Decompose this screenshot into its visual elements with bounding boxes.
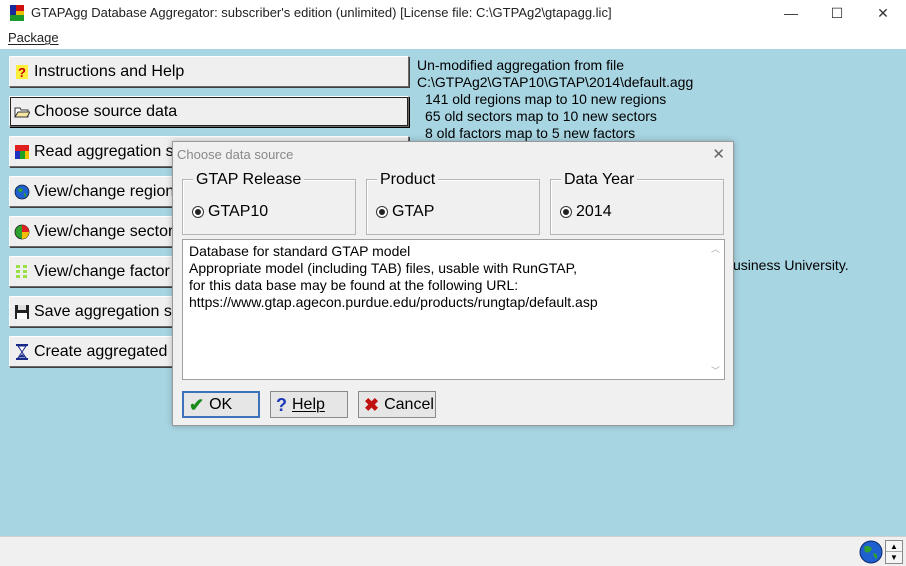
- pie-icon: [14, 224, 30, 240]
- close-icon: ✕: [877, 4, 889, 21]
- choose-source-data-button[interactable]: Choose source data: [9, 96, 409, 127]
- menu-bar: Package: [0, 28, 906, 48]
- description-line: for this data base may be found at the f…: [189, 277, 519, 293]
- factor-icon: [14, 264, 30, 280]
- maximize-button[interactable]: ☐: [814, 0, 860, 26]
- release-radio[interactable]: GTAP10: [192, 203, 268, 221]
- regions-mapping: 141 old regions map to 10 new regions: [425, 91, 667, 107]
- maximize-icon: ☐: [830, 4, 844, 21]
- radio-selected-icon: [376, 206, 388, 218]
- ok-label: OK: [209, 395, 233, 413]
- data-year-group: Data Year 2014: [550, 171, 724, 235]
- cancel-button[interactable]: ✖ Cancel: [358, 391, 436, 418]
- floppy-icon: [14, 304, 30, 320]
- year-radio[interactable]: 2014: [560, 203, 612, 221]
- product-value: GTAP: [392, 203, 435, 220]
- scroll-down-icon[interactable]: ﹀: [707, 364, 724, 378]
- spin-up-icon[interactable]: ▲: [886, 541, 902, 552]
- folder-open-icon: [14, 104, 30, 120]
- data-year-label: Data Year: [561, 171, 638, 189]
- aggregation-status: Un-modified aggregation from file: [417, 57, 624, 73]
- help-button[interactable]: ? Help: [270, 391, 348, 418]
- description-line: Appropriate model (including TAB) files,…: [189, 260, 578, 276]
- status-bar: ▲ ▼: [0, 536, 906, 566]
- window-title: GTAPAgg Database Aggregator: subscriber'…: [31, 5, 612, 20]
- svg-text:?: ?: [18, 65, 26, 80]
- release-value: GTAP10: [208, 203, 269, 220]
- globe-icon: [14, 184, 30, 200]
- cancel-label: Cancel: [384, 395, 434, 413]
- help-label: Help: [292, 395, 325, 413]
- dialog-title: Choose data source: [177, 147, 294, 162]
- instructions-help-label: Instructions and Help: [34, 62, 185, 80]
- radio-selected-icon: [192, 206, 204, 218]
- description-scrollbar[interactable]: ︿ ﹀: [707, 240, 724, 379]
- menu-package[interactable]: Package: [8, 30, 59, 45]
- product-label: Product: [377, 171, 439, 189]
- instructions-help-button[interactable]: ? Instructions and Help: [9, 56, 409, 87]
- dialog-close-icon[interactable]: ✕: [712, 145, 725, 163]
- help-question-icon: ?: [276, 394, 287, 415]
- year-value: 2014: [576, 203, 612, 220]
- scroll-up-icon[interactable]: ︿: [707, 242, 724, 256]
- sectors-mapping: 65 old sectors map to 10 new sectors: [425, 108, 657, 124]
- description-textarea[interactable]: Database for standard GTAP model Appropr…: [182, 239, 725, 380]
- ok-button[interactable]: ✔ OK: [182, 391, 260, 418]
- hourglass-icon: [14, 343, 30, 360]
- minimize-icon: —: [784, 5, 798, 21]
- radio-selected-icon: [560, 206, 572, 218]
- gtap-release-group: GTAP Release GTAP10: [182, 171, 356, 235]
- choose-data-source-dialog: Choose data source ✕ GTAP Release GTAP10…: [172, 141, 734, 426]
- globe-icon: [859, 540, 883, 564]
- aggregation-file-path: C:\GTPAg2\GTAP10\GTAP\2014\default.agg: [417, 74, 694, 90]
- product-radio[interactable]: GTAP: [376, 203, 434, 221]
- description-line: Database for standard GTAP model: [189, 243, 411, 259]
- title-bar: GTAPAgg Database Aggregator: subscriber'…: [0, 0, 906, 26]
- product-group: Product GTAP: [366, 171, 540, 235]
- cancel-x-icon: ✖: [364, 394, 380, 415]
- close-button[interactable]: ✕: [860, 0, 906, 26]
- gtap-release-label: GTAP Release: [193, 171, 305, 189]
- spin-down-icon[interactable]: ▼: [886, 552, 902, 563]
- minimize-button[interactable]: —: [768, 0, 814, 26]
- chart-icon: [14, 144, 30, 160]
- app-logo-icon: [10, 5, 24, 21]
- question-icon: ?: [14, 64, 30, 80]
- description-line: https://www.gtap.agecon.purdue.edu/produ…: [189, 294, 598, 310]
- factors-mapping: 8 old factors map to 5 new factors: [425, 125, 636, 141]
- choose-source-data-label: Choose source data: [34, 102, 178, 120]
- spinner-control[interactable]: ▲ ▼: [885, 540, 903, 564]
- checkmark-icon: ✔: [189, 394, 205, 415]
- university-text: usiness University.: [733, 257, 849, 273]
